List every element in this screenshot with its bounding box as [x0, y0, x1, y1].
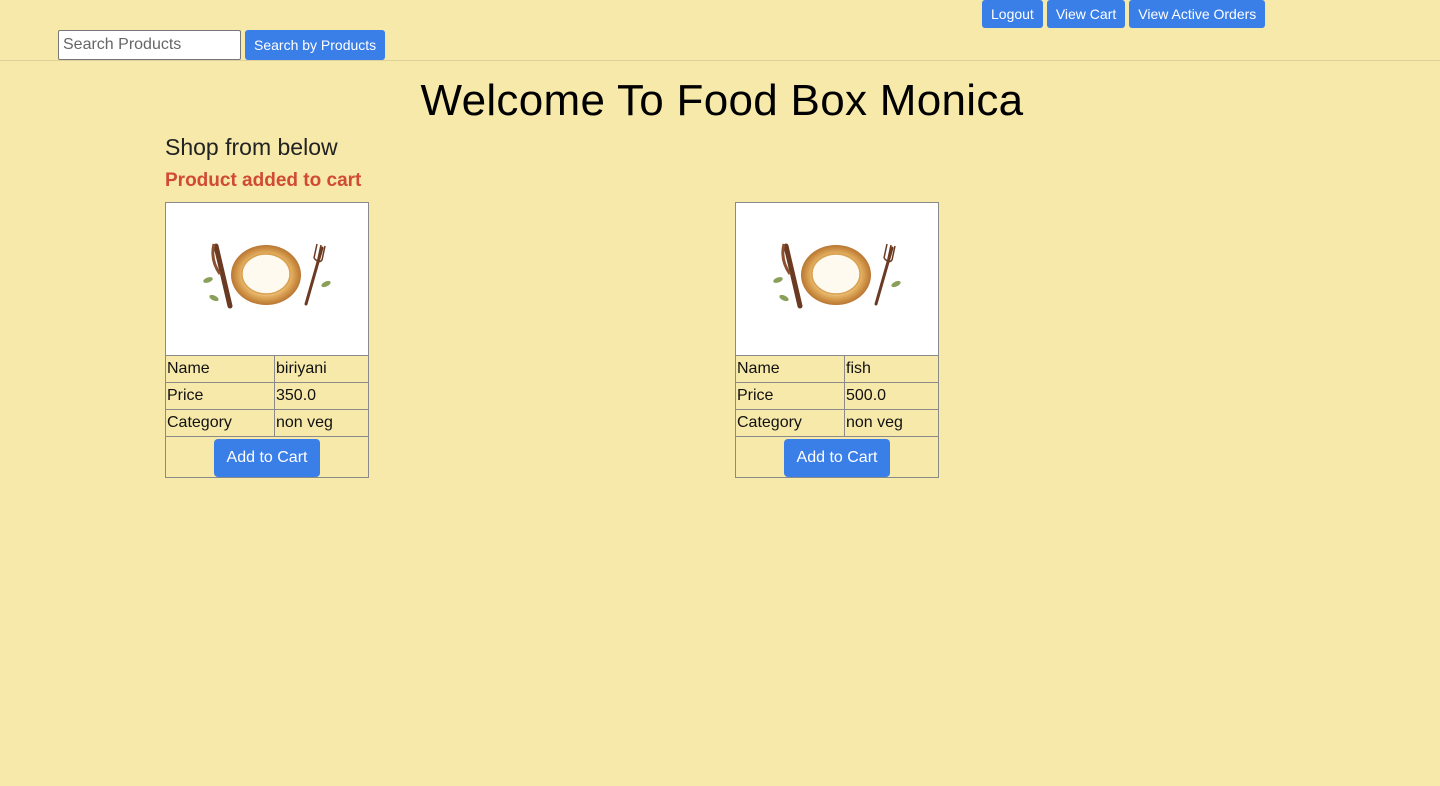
view-cart-button[interactable]: View Cart — [1046, 0, 1126, 28]
logout-button[interactable]: Logout — [982, 0, 1043, 28]
category-label: Category — [735, 409, 845, 437]
plate-cutlery-icon — [773, 243, 901, 308]
price-value: 500.0 — [844, 382, 939, 410]
product-image — [735, 202, 939, 356]
add-to-cart-button[interactable]: Add to Cart — [783, 438, 891, 477]
price-label: Price — [165, 382, 275, 410]
add-to-cart-cell: Add to Cart — [735, 436, 939, 478]
category-label: Category — [165, 409, 275, 437]
search-by-products-button[interactable]: Search by Products — [245, 30, 386, 60]
add-to-cart-button[interactable]: Add to Cart — [213, 438, 321, 477]
product-card: Name fish Price 500.0 Category non veg A… — [735, 202, 939, 478]
category-value: non veg — [274, 409, 369, 437]
name-label: Name — [735, 355, 845, 383]
view-active-orders-button[interactable]: View Active Orders — [1129, 0, 1266, 28]
category-value: non veg — [844, 409, 939, 437]
search-input[interactable] — [58, 30, 241, 60]
name-value: fish — [844, 355, 939, 383]
page-title: Welcome To Food Box Monica — [420, 76, 1024, 125]
price-value: 350.0 — [274, 382, 369, 410]
shop-subtitle: Shop from below — [165, 134, 338, 160]
product-card: Name biriyani Price 350.0 Category non v… — [165, 202, 369, 478]
add-to-cart-cell: Add to Cart — [165, 436, 369, 478]
top-bar: Logout View Cart View Active Orders Sear… — [0, 0, 1440, 61]
name-label: Name — [165, 355, 275, 383]
product-image — [165, 202, 369, 356]
name-value: biriyani — [274, 355, 369, 383]
nav-buttons: Logout View Cart View Active Orders — [982, 0, 1266, 28]
price-label: Price — [735, 382, 845, 410]
plate-cutlery-icon — [203, 243, 331, 308]
status-message: Product added to cart — [165, 170, 362, 191]
